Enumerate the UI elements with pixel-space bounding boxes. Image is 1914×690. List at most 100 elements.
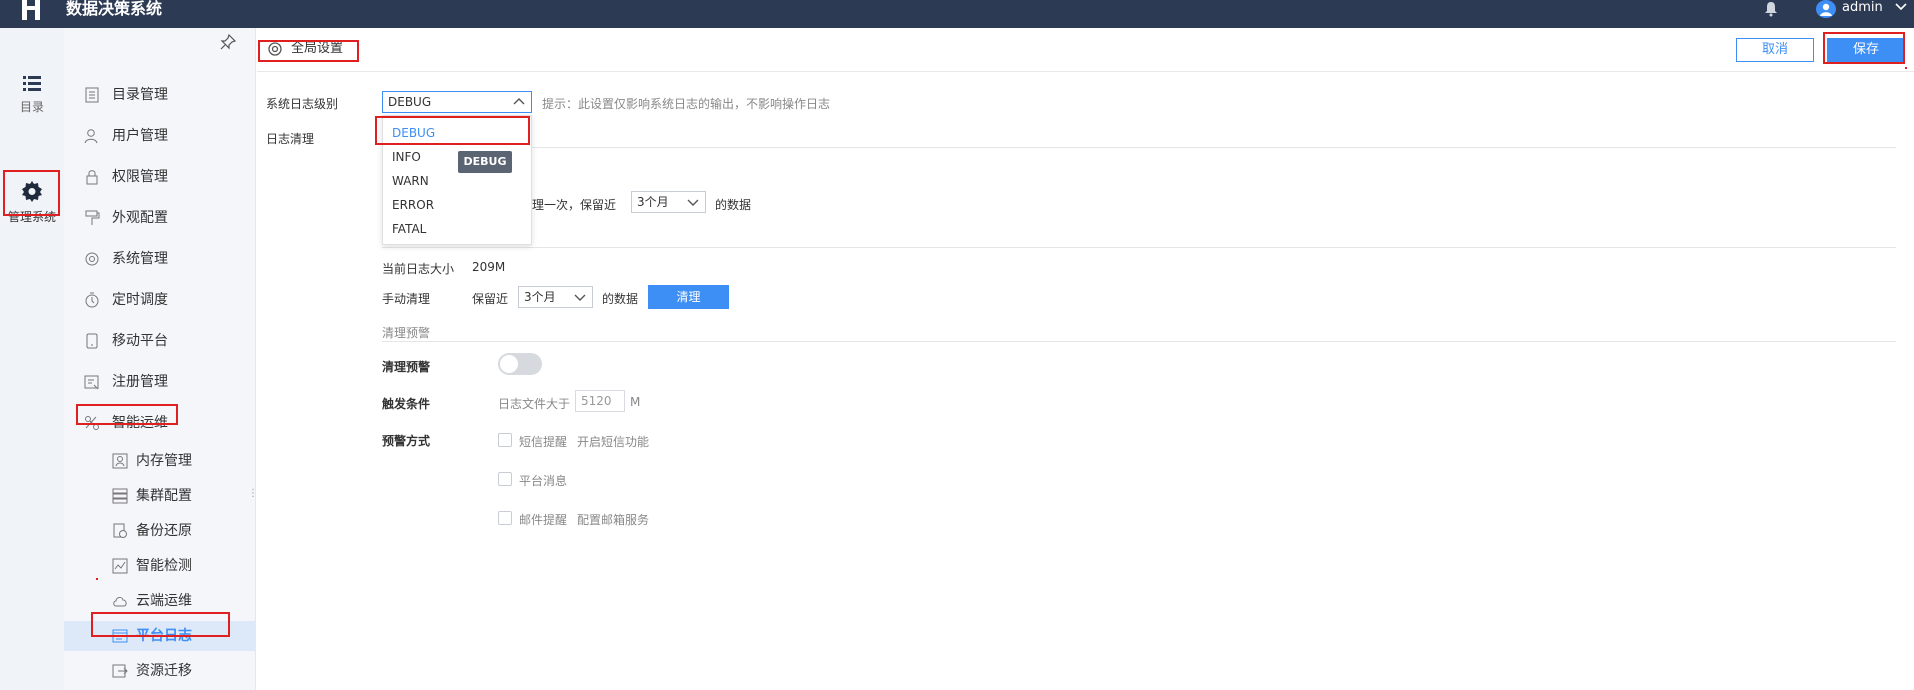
manual-of-data: 的数据 (602, 292, 639, 306)
sidebar-item-schedule[interactable]: 定时调度 (64, 285, 256, 315)
trigger-label: 触发条件 (382, 397, 431, 411)
auto-keep-value: 3个月 (637, 195, 669, 209)
log-level-value: DEBUG (388, 95, 432, 109)
sidebar-item-label: 定时调度 (112, 292, 168, 308)
trigger-size-input[interactable]: 5120 (575, 390, 625, 412)
annotation-dot (1905, 67, 1907, 69)
user-name[interactable]: admin (1842, 0, 1883, 16)
email-label: 邮件提醒 (519, 513, 568, 527)
memory-icon (112, 453, 128, 469)
sidebar-item-system[interactable]: 系统管理 (64, 244, 256, 274)
app-title: 数据决策系统 (66, 0, 163, 18)
content-header: 全局设置 取消 保存 (257, 28, 1914, 72)
settings-icon (85, 252, 99, 266)
cloud-icon (113, 597, 127, 607)
platform-msg-label: 平台消息 (519, 474, 568, 488)
option-error[interactable]: ERROR (383, 193, 531, 217)
rail-item-catalog[interactable]: 目录 (0, 74, 64, 115)
sidebar-item-label: 目录管理 (112, 87, 168, 103)
annotation-box (1823, 32, 1905, 64)
email-checkbox[interactable] (498, 511, 512, 525)
sidebar-item-migrate[interactable]: 资源迁移 (64, 656, 256, 686)
catalog-icon (85, 87, 99, 103)
sidebar-item-label: 备份还原 (136, 523, 192, 539)
method-label: 预警方式 (382, 434, 431, 448)
sms-link[interactable]: 开启短信功能 (577, 433, 649, 450)
sidebar-item-label: 系统管理 (112, 251, 168, 267)
chevron-down-icon (574, 294, 586, 301)
bell-icon[interactable] (1762, 1, 1780, 17)
annotation-box (258, 40, 359, 62)
annotation-box (3, 170, 60, 216)
avatar[interactable] (1816, 0, 1836, 18)
manual-keep-prefix: 保留近 (472, 292, 509, 306)
list-icon (23, 76, 41, 91)
sidebar-item-detect[interactable]: 智能检测 (64, 551, 256, 581)
app-root: 数据决策系统 admin 目录 管理系统 目录管理 用户管理 权限管理 外观配置… (0, 0, 1914, 690)
warning-label: 清理预警 (382, 360, 431, 374)
chevron-down-icon[interactable] (1894, 1, 1908, 13)
chevron-down-icon (687, 199, 699, 206)
clear-button[interactable]: 清理 (648, 285, 729, 309)
migrate-icon (112, 664, 128, 678)
current-size-label: 当前日志大小 (382, 262, 455, 276)
sidebar-item-permissions[interactable]: 权限管理 (64, 162, 256, 192)
log-level-hint: 提示：此设置仅影响系统日志的输出，不影响操作日志 (542, 97, 831, 111)
sidebar-item-label: 权限管理 (112, 169, 168, 185)
platform-msg-checkbox[interactable] (498, 472, 512, 486)
sidebar-item-mobile[interactable]: 移动平台 (64, 326, 256, 356)
sms-label: 短信提醒 (519, 435, 568, 449)
log-level-label: 系统日志级别 (266, 97, 339, 111)
logo-icon (22, 0, 40, 20)
sidebar-item-label: 资源迁移 (136, 663, 192, 679)
sidebar-item-backup[interactable]: 备份还原 (64, 516, 256, 546)
log-clean-label: 日志清理 (266, 132, 315, 146)
divider (382, 341, 1896, 342)
current-size-value: 209M (472, 260, 506, 274)
sidebar-item-appearance[interactable]: 外观配置 (64, 203, 256, 233)
pin-icon[interactable] (220, 34, 236, 50)
toggle-knob (500, 355, 518, 373)
sidebar-item-catalog[interactable]: 目录管理 (64, 80, 256, 110)
timer-icon (85, 292, 99, 308)
log-level-select[interactable]: DEBUG (382, 91, 532, 113)
option-fatal[interactable]: FATAL (383, 217, 531, 241)
sms-checkbox[interactable] (498, 433, 512, 447)
user-avatar-icon (1820, 3, 1832, 16)
sidebar-item-memory[interactable]: 内存管理 (64, 446, 256, 476)
auto-keep-select[interactable]: 3个月 (631, 191, 706, 213)
sidebar-item-label: 注册管理 (112, 374, 168, 390)
auto-clean-text: 清理一次，保留近 (520, 198, 617, 212)
user-icon (84, 129, 98, 144)
side-menu: 目录管理 用户管理 权限管理 外观配置 系统管理 定时调度 移动平台 注册管理 (64, 28, 258, 690)
auto-of-data: 的数据 (715, 198, 752, 212)
trigger-unit: M (630, 395, 641, 409)
cancel-button[interactable]: 取消 (1736, 38, 1814, 62)
register-icon (84, 375, 99, 390)
manual-keep-select[interactable]: 3个月 (518, 286, 593, 308)
icon-rail: 目录 管理系统 (0, 28, 64, 690)
chevron-up-icon (513, 98, 525, 105)
divider (382, 247, 1896, 248)
sidebar-item-label: 内存管理 (136, 453, 192, 469)
lock-icon (86, 170, 98, 185)
detect-icon (112, 558, 128, 574)
annotation-box (91, 612, 230, 637)
email-link[interactable]: 配置邮箱服务 (577, 511, 649, 528)
warning-toggle[interactable] (498, 353, 542, 375)
sidebar-item-register[interactable]: 注册管理 (64, 367, 256, 397)
annotation-box (375, 116, 530, 145)
resize-handle[interactable]: ⋮ (248, 486, 258, 502)
sidebar-item-label: 集群配置 (136, 488, 192, 504)
cluster-icon (112, 488, 128, 504)
top-bar: 数据决策系统 admin (0, 0, 1914, 28)
annotation-dot (96, 578, 98, 580)
rail-label-catalog: 目录 (19, 100, 44, 114)
sidebar-item-label: 移动平台 (112, 333, 168, 349)
manual-clean-label: 手动清理 (382, 292, 431, 306)
sidebar-item-label: 智能检测 (136, 558, 192, 574)
sidebar-item-users[interactable]: 用户管理 (64, 121, 256, 151)
annotation-box (76, 404, 178, 425)
sidebar-item-cluster[interactable]: 集群配置 (64, 481, 256, 511)
backup-icon (113, 523, 127, 538)
